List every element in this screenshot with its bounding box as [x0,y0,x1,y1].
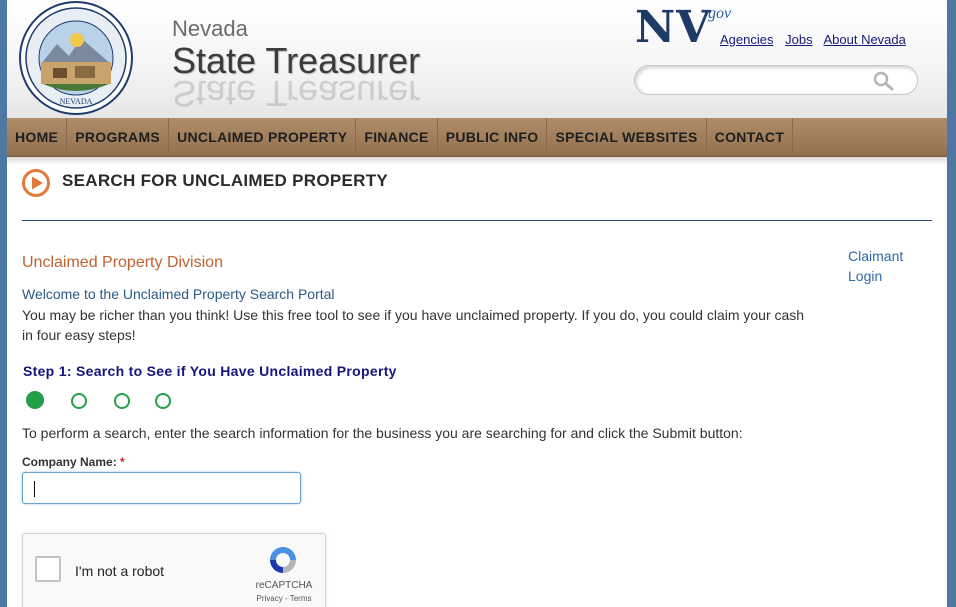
step-indicator-2 [71,393,87,409]
nav-unclaimed-property[interactable]: UNCLAIMED PROPERTY [169,118,357,156]
nav-programs[interactable]: PROGRAMS [67,118,170,156]
brand-state: Nevada [172,16,248,41]
brand-title-reflection: State Treasurer [172,78,421,108]
site-header: NEVADA Nevada State Treasurer State Trea… [7,0,947,118]
title-divider [22,220,932,221]
search-instruction: To perform a search, enter the search in… [22,425,743,441]
page: NEVADA Nevada State Treasurer State Trea… [7,0,947,607]
nv-gov-logo[interactable]: NV [635,2,711,53]
step-indicator-3 [114,393,130,409]
nv-gov-suffix: .gov [704,5,732,22]
step-title: Step 1: Search to See if You Have Unclai… [23,363,397,379]
page-title: SEARCH FOR UNCLAIMED PROPERTY [62,171,389,190]
svg-text:NEVADA: NEVADA [60,97,93,106]
intro-text: You may be richer than you think! Use th… [22,307,805,343]
site-search [634,65,918,95]
recaptcha-privacy-terms[interactable]: Privacy - Terms [249,594,319,603]
company-name-label-text: Company Name: [22,455,117,469]
nav-contact[interactable]: CONTACT [707,118,794,156]
text-caret [34,481,35,497]
division-heading: Unclaimed Property Division [22,254,223,271]
site-search-input[interactable] [647,71,871,91]
nav-shadow [7,157,947,165]
company-name-label: Company Name: * [22,455,125,469]
welcome-heading: Welcome to the Unclaimed Property Search… [22,286,335,302]
recaptcha-label: I'm not a robot [75,563,165,579]
about-nevada-link[interactable]: About Nevada [823,32,905,47]
nav-public-info[interactable]: PUBLIC INFO [438,118,548,156]
main-nav: HOME PROGRAMS UNCLAIMED PROPERTY FINANCE… [7,118,947,157]
brand-title[interactable]: State Treasurer [172,40,420,82]
jobs-link[interactable]: Jobs [785,32,812,47]
recaptcha-logo-icon [270,547,296,573]
step-indicator-1 [26,391,44,409]
play-arrow-icon [22,169,50,197]
search-icon[interactable] [873,71,895,91]
recaptcha-brand: reCAPTCHA [255,580,313,591]
nav-special-websites[interactable]: SPECIAL WEBSITES [547,118,707,156]
nav-finance[interactable]: FINANCE [356,118,438,156]
recaptcha-checkbox[interactable] [35,556,61,582]
nav-home[interactable]: HOME [7,118,68,156]
state-treasurer-seal[interactable]: NEVADA [17,0,135,116]
agencies-link[interactable]: Agencies [720,32,773,47]
top-links: Agencies Jobs About Nevada [720,32,914,47]
company-name-input[interactable] [22,472,301,504]
required-marker: * [120,455,125,469]
claimant-login-link[interactable]: Claimant Login [848,246,928,286]
step-indicator-4 [155,393,171,409]
recaptcha-widget: I'm not a robot reCAPTCHA Privacy - Term… [22,533,326,607]
